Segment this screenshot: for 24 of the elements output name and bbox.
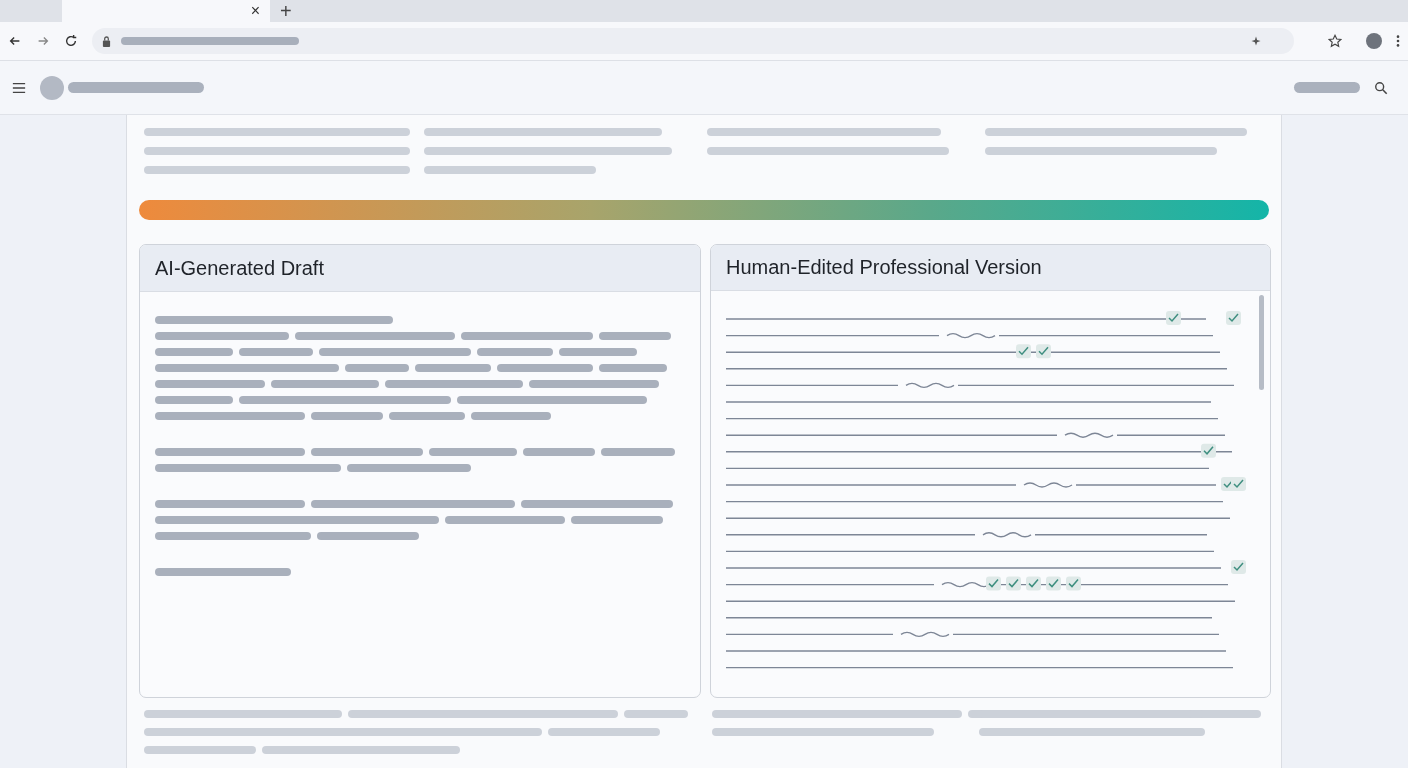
- sparkle-icon[interactable]: [1250, 35, 1262, 47]
- lock-icon: [102, 35, 111, 47]
- browser-tab[interactable]: ×: [62, 0, 270, 22]
- new-tab-button[interactable]: +: [280, 0, 292, 22]
- avatar-circle: [40, 75, 64, 100]
- scrollbar[interactable]: [1259, 295, 1264, 390]
- panel-title: AI-Generated Draft: [155, 256, 324, 280]
- search-icon[interactable]: [1374, 80, 1388, 95]
- text-placeholder: [624, 710, 688, 718]
- text-placeholder: [599, 364, 667, 372]
- text-placeholder: [599, 332, 671, 340]
- header-placeholder: [1294, 82, 1360, 93]
- text-placeholder: [345, 364, 409, 372]
- bookmark-star-icon[interactable]: [1328, 34, 1342, 48]
- text-placeholder: [311, 412, 383, 420]
- profile-avatar[interactable]: [1366, 33, 1382, 49]
- panel-title: Human-Edited Professional Version: [726, 256, 1042, 279]
- text-placeholder: [523, 448, 595, 456]
- forward-icon[interactable]: [36, 34, 50, 48]
- menu-icon[interactable]: [12, 80, 26, 95]
- close-tab-button[interactable]: ×: [250, 3, 260, 19]
- back-icon[interactable]: [8, 34, 22, 48]
- more-menu-icon[interactable]: [1396, 34, 1400, 48]
- reload-icon[interactable]: [64, 34, 78, 48]
